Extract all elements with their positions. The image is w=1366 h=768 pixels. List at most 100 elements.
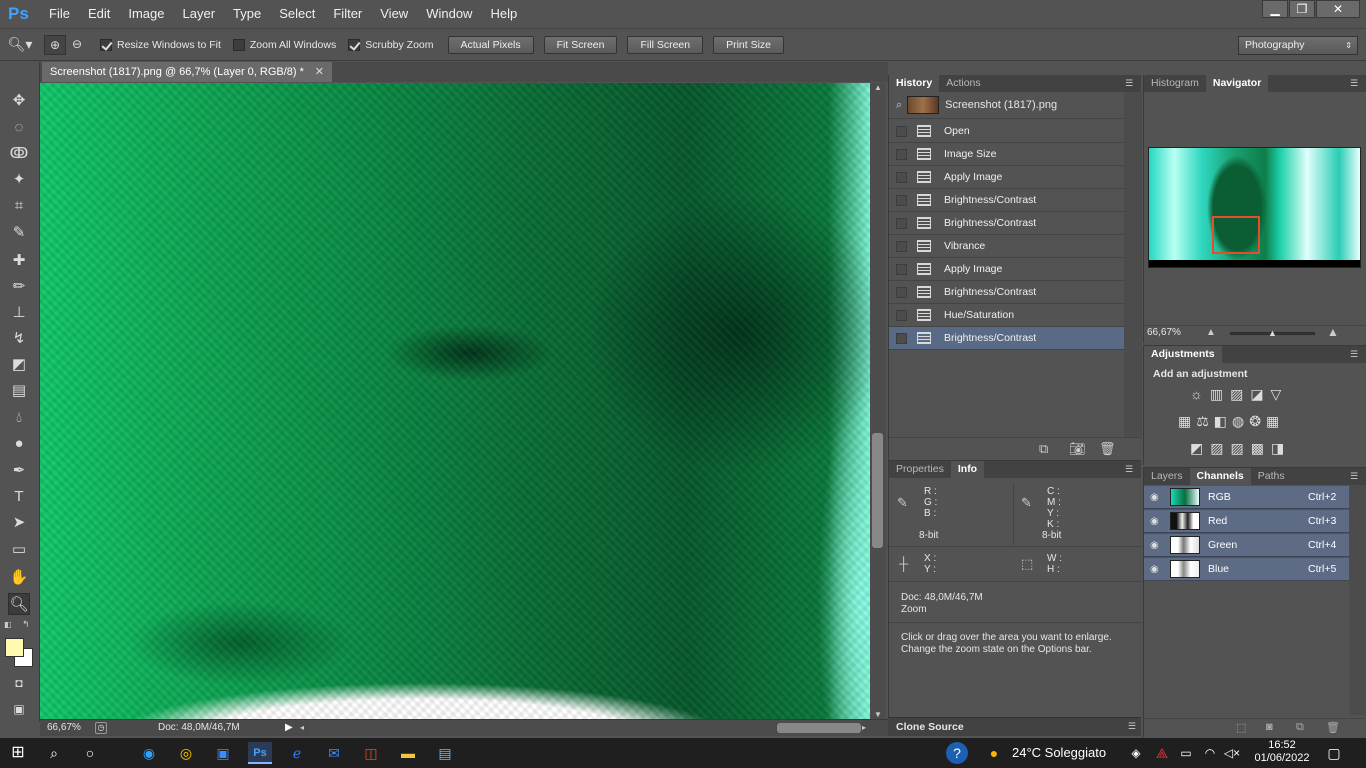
rectangle-tool-icon[interactable]: ▭ xyxy=(8,539,30,561)
move-tool-icon[interactable]: ✥ xyxy=(8,90,30,112)
visibility-eye-icon[interactable]: ◉ xyxy=(1150,516,1164,527)
healing-brush-tool-icon[interactable]: ✚ xyxy=(8,250,30,272)
blur-tool-icon[interactable]: 💧︎ xyxy=(8,407,30,429)
visibility-eye-icon[interactable]: ◉ xyxy=(1150,540,1164,551)
eyedropper-tool-icon[interactable]: ✎ xyxy=(8,222,30,244)
menu-filter[interactable]: Filter xyxy=(324,0,371,28)
history-brush-source-icon[interactable]: ⌕ xyxy=(896,99,902,112)
file-explorer-icon[interactable]: ▬ xyxy=(396,742,420,764)
load-channel-selection-icon[interactable]: ⬚ xyxy=(1236,721,1246,734)
checkbox-icon[interactable] xyxy=(100,38,112,51)
horizontal-scrollbar[interactable] xyxy=(310,720,862,736)
zoom-in-icon[interactable]: ⊕ xyxy=(44,34,66,55)
panel-menu-icon[interactable]: ☰ xyxy=(1350,349,1362,359)
office-icon[interactable]: ◫ xyxy=(359,742,383,764)
tab-info[interactable]: Info xyxy=(950,461,985,478)
actual-pixels-button[interactable]: Actual Pixels xyxy=(447,35,534,54)
zoom-out-icon[interactable]: ⊖ xyxy=(66,35,88,55)
scrubby-zoom-checkbox[interactable]: Scrubby Zoom xyxy=(348,38,434,51)
menu-view[interactable]: View xyxy=(371,0,417,28)
clock[interactable]: 16:52 01/06/2022 xyxy=(1252,739,1312,765)
tab-properties[interactable]: Properties xyxy=(889,461,951,478)
menu-help[interactable]: Help xyxy=(481,0,526,28)
eraser-tool-icon[interactable]: ◩ xyxy=(8,354,30,376)
brightness-contrast-icon[interactable]: ☼ xyxy=(1190,386,1210,402)
channel-row-rgb[interactable]: ◉ RGB Ctrl+2 xyxy=(1144,486,1349,509)
history-step[interactable]: Brightness/Contrast xyxy=(889,212,1124,235)
volume-muted-icon[interactable]: ◁× xyxy=(1220,742,1244,764)
checkbox-icon[interactable] xyxy=(348,38,361,51)
threshold-icon[interactable]: ▨ xyxy=(1230,440,1250,456)
channel-mixer-icon[interactable]: ❂ xyxy=(1249,413,1266,429)
notifications-icon[interactable]: ▢ xyxy=(1322,742,1346,764)
wifi-icon[interactable]: ◠ xyxy=(1198,742,1222,764)
store-icon[interactable]: ▣ xyxy=(211,742,235,764)
resize-windows-checkbox[interactable]: Resize Windows to Fit xyxy=(100,38,221,51)
navigator-view-box[interactable] xyxy=(1212,216,1260,254)
scroll-left-icon[interactable]: ◂ xyxy=(300,720,304,736)
mail-icon[interactable]: ✉ xyxy=(322,742,346,764)
horizontal-scroll-thumb[interactable] xyxy=(777,723,861,733)
tab-paths[interactable]: Paths xyxy=(1251,468,1292,485)
close-button[interactable]: ✕ xyxy=(1316,0,1360,18)
history-step[interactable]: Brightness/Contrast xyxy=(889,281,1124,304)
history-step-checkbox[interactable] xyxy=(896,286,907,298)
new-document-from-state-icon[interactable]: ⧉ xyxy=(1039,441,1048,457)
weather-text[interactable]: 24°C Soleggiato xyxy=(1012,745,1106,760)
selective-color-icon[interactable]: ◨ xyxy=(1271,440,1291,456)
dodge-tool-icon[interactable]: ● xyxy=(8,433,30,455)
history-step[interactable]: Brightness/Contrast xyxy=(889,327,1124,350)
invert-icon[interactable]: ◩ xyxy=(1190,440,1210,456)
internet-explorer-icon[interactable]: ℯ xyxy=(285,742,309,764)
black-white-icon[interactable]: ◧ xyxy=(1214,413,1232,429)
default-colors-icon[interactable]: ◧ xyxy=(4,620,14,630)
zoom-out-mountain-icon[interactable]: ▲ xyxy=(1206,327,1216,338)
history-step[interactable]: Apply Image xyxy=(889,166,1124,189)
photo-filter-icon[interactable]: ◍ xyxy=(1232,413,1249,429)
vertical-scrollbar[interactable]: ▲ ▼ xyxy=(870,83,886,719)
panel-menu-icon[interactable]: ☰ xyxy=(1350,471,1362,481)
photoshop-taskbar-icon[interactable]: Ps xyxy=(248,742,272,764)
tab-history[interactable]: History xyxy=(889,75,940,92)
workspace-switcher[interactable]: Photography ⇕ xyxy=(1238,36,1358,55)
print-size-button[interactable]: Print Size xyxy=(713,35,785,54)
tab-actions[interactable]: Actions xyxy=(939,75,987,92)
clone-stamp-tool-icon[interactable]: ⊥ xyxy=(8,302,30,324)
history-scrollbar[interactable] xyxy=(1124,92,1142,437)
channel-row-blue[interactable]: ◉ Blue Ctrl+5 xyxy=(1144,558,1349,581)
history-step-checkbox[interactable] xyxy=(896,263,907,275)
scroll-right-icon[interactable]: ▸ xyxy=(862,720,866,736)
menu-layer[interactable]: Layer xyxy=(174,0,225,28)
swap-colors-icon[interactable]: ↰ xyxy=(22,619,34,629)
media-app-icon[interactable]: ▤ xyxy=(433,742,457,764)
zoom-slider-thumb[interactable]: ▲ xyxy=(1268,328,1277,338)
tab-navigator[interactable]: Navigator xyxy=(1205,75,1269,92)
battery-icon[interactable]: ▭ xyxy=(1174,742,1198,764)
exposure-icon[interactable]: ◪ xyxy=(1250,386,1270,402)
panel-menu-icon[interactable]: ☰ xyxy=(1350,78,1362,88)
history-step-checkbox[interactable] xyxy=(896,171,907,183)
tab-channels[interactable]: Channels xyxy=(1189,468,1251,485)
gradient-tool-icon[interactable]: ▤ xyxy=(8,380,30,402)
panel-menu-icon[interactable]: ☰ xyxy=(1125,78,1137,88)
security-icon[interactable]: ◈ xyxy=(1124,742,1148,764)
trash-icon[interactable]: 🗑︎ xyxy=(1326,721,1340,734)
scroll-down-icon[interactable]: ▼ xyxy=(874,710,882,719)
zoom-tool-preset-icon[interactable]: 🔍︎▾ xyxy=(0,36,40,53)
curves-icon[interactable]: ▨ xyxy=(1230,386,1250,402)
foreground-color-swatch[interactable] xyxy=(5,638,24,657)
navigator-zoom-value[interactable]: 66,67% xyxy=(1147,327,1181,338)
history-step-checkbox[interactable] xyxy=(896,240,907,252)
posterize-icon[interactable]: ▨ xyxy=(1210,440,1230,456)
menu-select[interactable]: Select xyxy=(270,0,324,28)
brush-tool-icon[interactable]: ✏ xyxy=(8,276,30,298)
magic-wand-tool-icon[interactable]: ✦ xyxy=(8,169,30,191)
new-snapshot-icon[interactable]: 📷︎ xyxy=(1069,441,1086,457)
history-step[interactable]: Hue/Saturation xyxy=(889,304,1124,327)
fit-screen-button[interactable]: Fit Screen xyxy=(543,35,618,54)
channel-row-red[interactable]: ◉ Red Ctrl+3 xyxy=(1144,510,1349,533)
acrobat-icon[interactable]: ⟁ xyxy=(1150,742,1174,764)
channel-row-green[interactable]: ◉ Green Ctrl+4 xyxy=(1144,534,1349,557)
restore-button[interactable]: ❐ xyxy=(1289,0,1315,18)
screen-mode-icon[interactable]: ▣ xyxy=(8,698,30,720)
